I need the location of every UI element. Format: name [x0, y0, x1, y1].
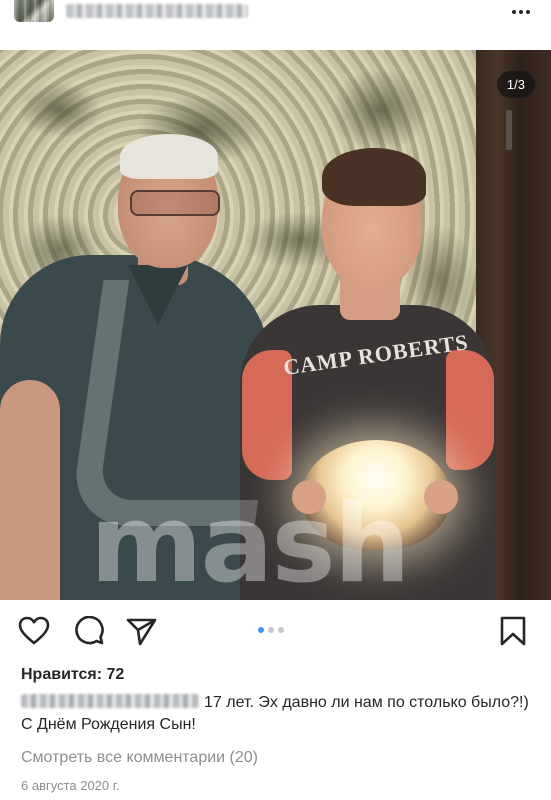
bookmark-icon	[500, 616, 526, 646]
username-redacted[interactable]	[66, 4, 248, 18]
post-header	[0, 0, 551, 50]
man-arm	[0, 380, 60, 600]
comment-icon	[75, 615, 104, 645]
avatar[interactable]	[14, 0, 54, 22]
comment-button[interactable]	[73, 615, 105, 646]
view-all-comments-link[interactable]: Смотреть все комментарии (20)	[21, 749, 258, 767]
carousel-dot-active	[258, 627, 264, 633]
heart-icon	[18, 616, 50, 645]
more-options-button[interactable]	[509, 3, 533, 21]
boy-hair	[322, 148, 426, 206]
man-hair	[120, 134, 218, 179]
man-glasses	[130, 190, 220, 216]
image-counter-badge: 1/3	[496, 71, 535, 98]
caption-username-redacted[interactable]	[21, 694, 199, 708]
more-icon-dot	[512, 10, 516, 14]
post-caption: 17 лет. Эх давно ли нам по столько было?…	[21, 692, 531, 736]
watermark-text: mash	[90, 482, 411, 600]
likes-count[interactable]: Нравится: 72	[21, 666, 124, 684]
more-icon-dot	[519, 10, 523, 14]
carousel-dot	[268, 627, 274, 633]
share-button[interactable]	[126, 616, 158, 646]
carousel-indicator	[258, 627, 284, 633]
more-icon-dot	[526, 10, 530, 14]
like-button[interactable]	[18, 616, 50, 646]
paper-plane-icon	[126, 618, 157, 646]
action-bar	[0, 600, 551, 660]
save-button[interactable]	[497, 616, 529, 646]
post-photo[interactable]: CAMP ROBERTS mash 1/3	[0, 50, 551, 600]
carousel-dot	[278, 627, 284, 633]
post-date: 6 августа 2020 г.	[21, 778, 120, 793]
